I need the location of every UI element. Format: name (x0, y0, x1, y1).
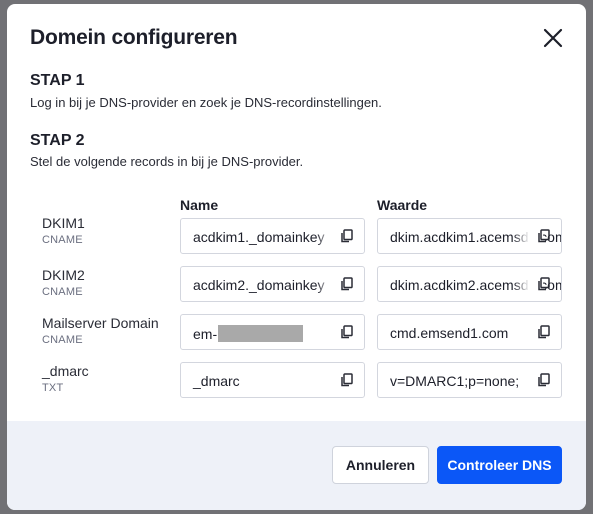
copy-icon[interactable] (340, 325, 354, 339)
record-name-field[interactable]: em- (180, 314, 365, 350)
close-button[interactable] (541, 26, 565, 50)
record-name-value: _dmarc (193, 373, 240, 389)
record-type: CNAME (42, 334, 83, 346)
record-name-value: acdkim1._domainkey (193, 229, 325, 245)
name-column-header: Name (180, 197, 219, 213)
record-value-field[interactable]: dkim.acdkim1.acemsd1.com (377, 218, 562, 254)
close-icon (543, 28, 563, 48)
copy-icon[interactable] (340, 229, 354, 243)
redacted-block (218, 325, 304, 342)
copy-icon[interactable] (537, 325, 551, 339)
record-value-field[interactable]: cmd.emsend1.com (377, 314, 562, 350)
step-1-description: Log in bij je DNS-provider en zoek je DN… (30, 95, 382, 110)
record-value-text: cmd.emsend1.com (390, 325, 509, 341)
step-2-title: STAP 2 (30, 132, 85, 149)
record-value-field[interactable]: dkim.acdkim2.acemsd1.com (377, 266, 562, 302)
record-name-field[interactable]: acdkim1._domainkey (180, 218, 365, 254)
record-type: CNAME (42, 234, 83, 246)
copy-icon[interactable] (340, 373, 354, 387)
configure-domain-dialog: Domein configureren STAP 1 Log in bij je… (7, 4, 586, 510)
record-label: DKIM1 (42, 215, 85, 231)
copy-icon[interactable] (537, 277, 551, 291)
copy-icon[interactable] (340, 277, 354, 291)
cancel-button[interactable]: Annuleren (332, 446, 429, 484)
record-name-field[interactable]: _dmarc (180, 362, 365, 398)
copy-icon[interactable] (537, 373, 551, 387)
record-name-value: acdkim2._domainkey (193, 277, 325, 293)
record-value-text: v=DMARC1;p=none; (390, 373, 520, 389)
dialog-title: Domein configureren (30, 26, 238, 49)
record-name-value: em- (193, 325, 304, 342)
value-column-header: Waarde (377, 197, 428, 213)
record-name-field[interactable]: acdkim2._domainkey (180, 266, 365, 302)
copy-icon[interactable] (537, 229, 551, 243)
record-label: DKIM2 (42, 267, 85, 283)
record-label: Mailserver Domain (42, 315, 159, 331)
record-label: _dmarc (42, 363, 89, 379)
step-1-title: STAP 1 (30, 72, 85, 89)
record-value-field[interactable]: v=DMARC1;p=none; (377, 362, 562, 398)
record-type: TXT (42, 382, 64, 394)
record-type: CNAME (42, 286, 83, 298)
check-dns-button[interactable]: Controleer DNS (437, 446, 562, 484)
step-2-description: Stel de volgende records in bij je DNS-p… (30, 154, 304, 169)
dialog-header: Domein configureren (7, 4, 586, 64)
